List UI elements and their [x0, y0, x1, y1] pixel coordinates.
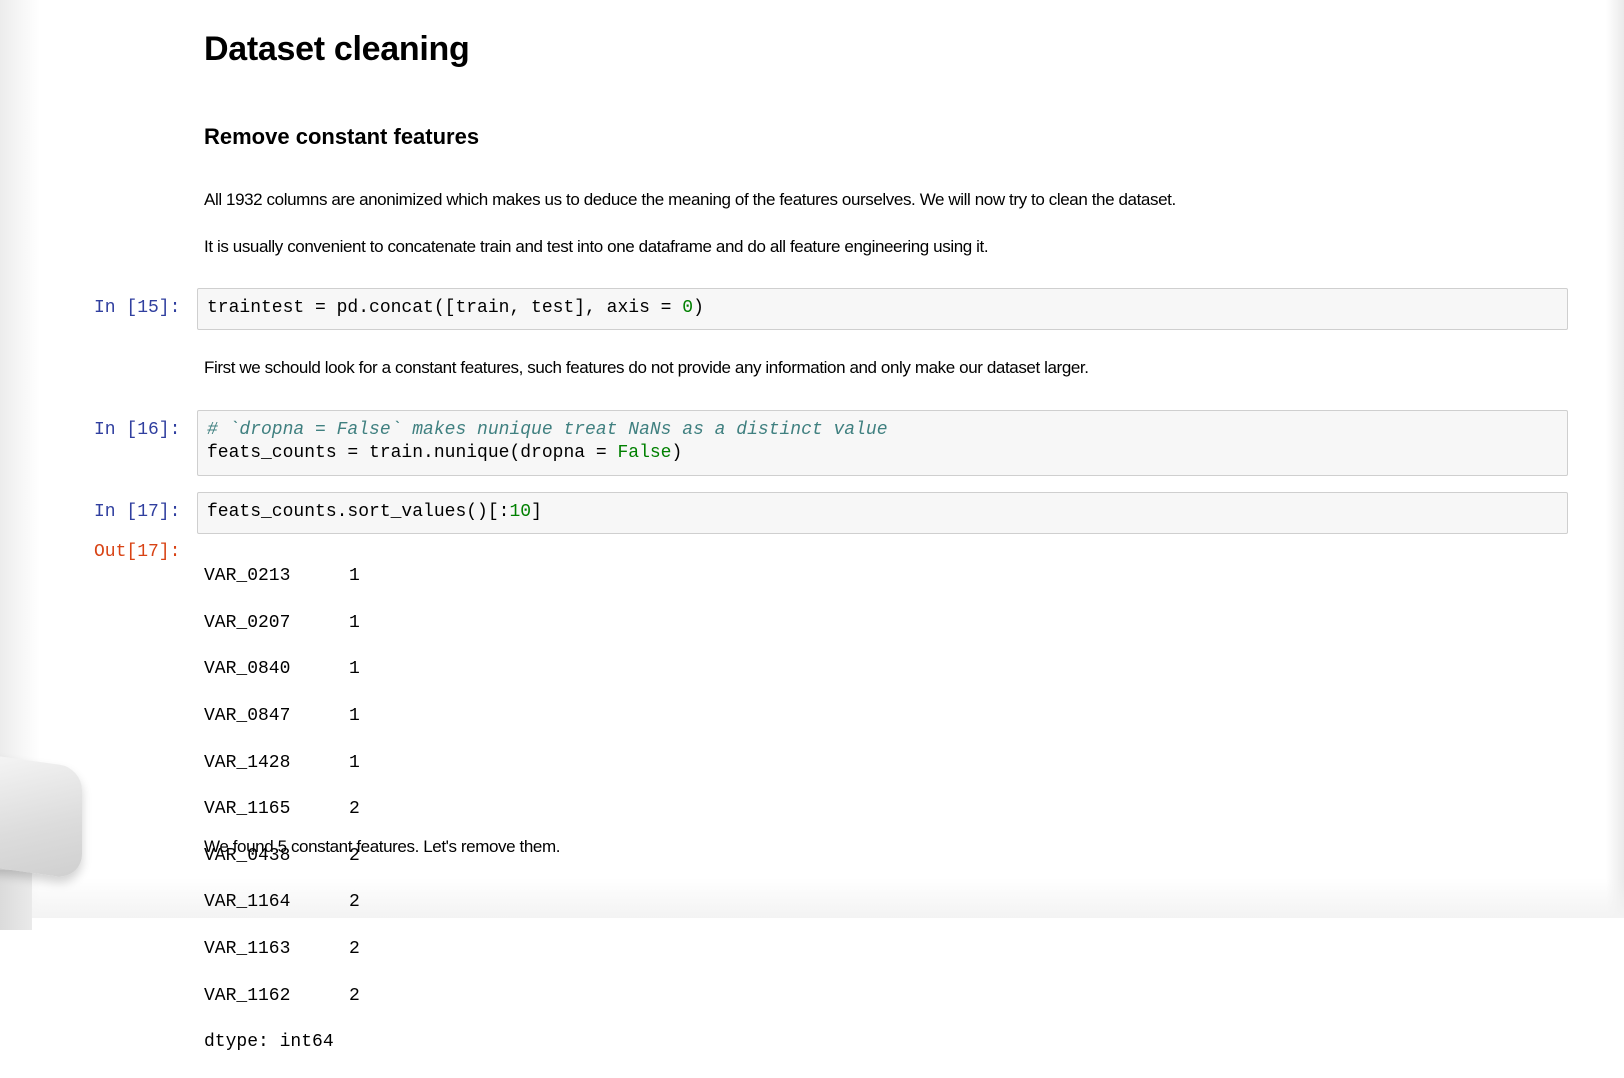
output-row: VAR_1162 2 — [204, 985, 360, 1008]
input-prompt-17: In [17]: — [94, 502, 181, 522]
output-feature-count: 1 — [349, 659, 360, 680]
code-text: ] — [531, 502, 542, 522]
input-prompt-15: In [15]: — [94, 298, 181, 318]
output-feature-name: VAR_1163 — [204, 939, 291, 960]
output-area-17: VAR_0213 1 VAR_0207 1 VAR_0840 1 VAR_0847 1 … — [204, 542, 360, 1078]
output-feature-count: 2 — [349, 985, 360, 1006]
output-row: VAR_0213 1 — [204, 565, 360, 588]
output-feature-count: 1 — [349, 706, 360, 727]
output-row: VAR_1165 2 — [204, 798, 360, 821]
output-feature-name: VAR_1428 — [204, 752, 291, 773]
markdown-paragraph-middle: First we schould look for a constant fea… — [204, 358, 1089, 377]
markdown-paragraph-intro-2: It is usually convenient to concatenate … — [204, 237, 989, 256]
output-row: VAR_1428 1 — [204, 752, 360, 775]
output-feature-count: 1 — [349, 752, 360, 773]
code-text: feats_counts.sort_values()[: — [207, 502, 510, 522]
output-row: VAR_1163 2 — [204, 938, 360, 961]
output-feature-count: 2 — [349, 939, 360, 960]
code-text: ) — [671, 443, 683, 463]
notebook-subheading: Remove constant features — [204, 124, 480, 149]
output-row: VAR_0207 1 — [204, 612, 360, 635]
code-text: traintest = pd.concat([train, test], axi… — [207, 298, 683, 318]
output-prompt-17: Out[17]: — [94, 542, 181, 562]
output-feature-count: 2 — [349, 799, 360, 820]
output-row: VAR_0847 1 — [204, 705, 360, 728]
notebook-heading: Dataset cleaning — [204, 30, 470, 68]
code-number: 0 — [682, 298, 694, 318]
output-feature-count: 1 — [349, 612, 360, 633]
output-dtype-line: dtype: int64 — [204, 1032, 334, 1053]
right-edge-shading — [1606, 0, 1624, 918]
code-keyword: False — [617, 443, 672, 463]
code-comment: # `dropna = False` makes nunique treat N… — [207, 420, 888, 440]
output-feature-name: VAR_0847 — [204, 706, 291, 727]
output-row: VAR_0840 1 — [204, 658, 360, 681]
output-feature-name: VAR_0840 — [204, 659, 291, 680]
output-feature-count: 2 — [349, 892, 360, 913]
foreground-object — [0, 752, 82, 880]
code-text: feats_counts = train.nunique(dropna = — [207, 443, 618, 463]
code-cell-15[interactable]: traintest = pd.concat([train, test], axi… — [197, 288, 1568, 330]
output-feature-name: VAR_0207 — [204, 612, 291, 633]
output-feature-name: VAR_1165 — [204, 799, 291, 820]
markdown-paragraph-intro-1: All 1932 columns are anonimized which ma… — [204, 190, 1176, 209]
output-feature-count: 1 — [349, 566, 360, 587]
output-feature-name: VAR_1162 — [204, 985, 291, 1006]
code-cell-16[interactable]: # `dropna = False` makes nunique treat N… — [197, 410, 1568, 476]
output-feature-name: VAR_1164 — [204, 892, 291, 913]
code-text: ) — [693, 298, 704, 318]
output-feature-name: VAR_0213 — [204, 566, 291, 587]
output-row: VAR_1164 2 — [204, 891, 360, 914]
markdown-paragraph-closing: We found 5 constant features. Let's remo… — [204, 837, 561, 856]
code-number: 10 — [509, 502, 532, 522]
code-cell-17[interactable]: feats_counts.sort_values()[:10] — [197, 492, 1568, 534]
foreground-object-stem — [0, 870, 32, 930]
input-prompt-16: In [16]: — [94, 420, 181, 440]
